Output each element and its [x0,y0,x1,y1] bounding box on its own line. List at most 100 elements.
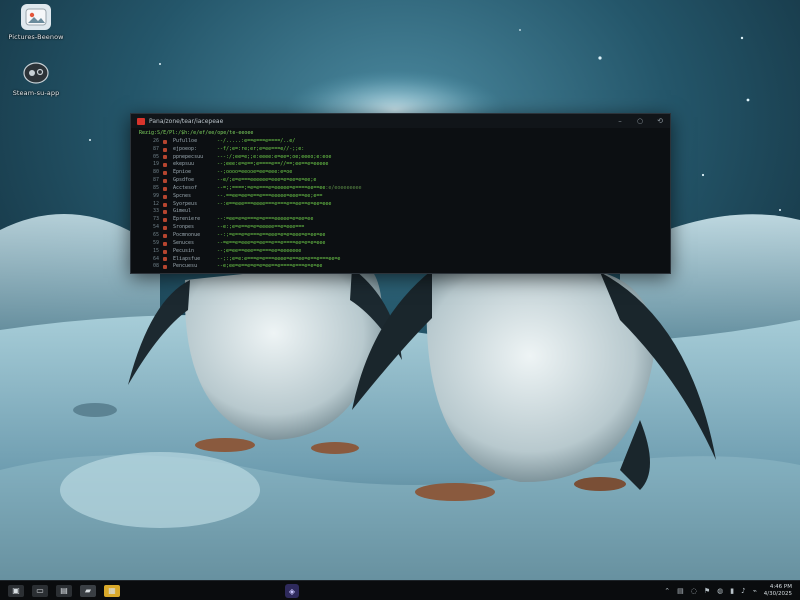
line-marker-icon [163,171,167,176]
terminal-line: 26 Pufulloe --/.....:e==e===e====/..e/ [139,138,662,146]
line-marker-icon [163,249,167,254]
terminal-line: 65 Pocmnonue --:;=e==e=e===e==eee=e=e=eee=… [139,232,662,240]
line-number: 87 [152,145,159,152]
terminal-icon[interactable]: ▤ [56,584,72,597]
line-tail: :e/eoeeeeeee [325,184,362,191]
line-marker-icon [163,257,167,262]
tray-icon[interactable]: ◌ [691,587,697,595]
line-key: ekepsuu [173,161,195,168]
line-output: --;oooo=eeooe=ee=eee:e=oe [217,169,293,176]
terminal-titlebar[interactable]: Pana/zone/tear/iacepeae – ○ ⟲ [131,114,670,128]
line-output: --=e==e=eee=e=ee==e==e====ee=e=e=eee [217,239,326,246]
terminal-line: 87 ejpoeop: --f/;e=:re;er;e=ee===e//-;;e: [139,146,662,154]
line-number: 05 [152,153,159,160]
tray-icons: ⌃ ▤ ◌ ⚑ ◍ ▮ ♪ ⌁ [664,587,757,595]
line-key: Eliapsfue [173,255,201,262]
line-marker-icon [163,178,167,183]
line-output: --;e=ee==eee==e===ee=eeeeeee [217,247,302,254]
tray-icon[interactable]: ⚑ [704,587,710,595]
line-output: --:e==eee===eeee===e===e==ee==e=ee=eee [217,200,332,207]
clock-date: 4/30/2025 [763,590,792,597]
line-output: --:;=e==e=e===e==eee=e=e=eee=e=ee=ee [217,231,326,238]
tray-icon[interactable]: ⌃ [664,587,670,595]
desktop-icon-label: Steam-su-app [12,89,60,97]
terminal-line: 73 Epreniere --:=ee=e=e===e=e===eeeee=e=ee… [139,216,662,224]
system-tray: ⌃ ▤ ◌ ⚑ ◍ ▮ ♪ ⌁ 4:46 PM 4/30/2025 [664,584,800,598]
terminal-line: 19 ekepsuu --;eee:e=e==;e====e==//==;ee==e… [139,161,662,169]
line-marker-icon [163,163,167,168]
tray-icon[interactable]: ♪ [741,587,745,595]
line-output: --e/;e=e===eeeeee=eee=e=ee=e=ee;e [217,177,317,184]
task-view-icon[interactable]: ▭ [32,584,48,597]
line-key: Pocmnonue [173,231,201,238]
line-number: 54 [152,224,159,231]
line-number: 12 [152,200,159,207]
line-output: --e:;e=e==e=e=eeeee==e=eee=== [217,224,305,231]
line-key: Gimeul [173,208,192,215]
line-number: 73 [152,216,159,223]
terminal-line: 99 Spcnes --.==ee=ee=e==e===eeeee=eee==ee;… [139,193,662,201]
line-key: Syorpeus [173,200,198,207]
line-key: Epreniere [173,216,201,223]
terminal-line: 33 Gimeul [139,208,662,216]
line-number: 87 [152,177,159,184]
terminal-output[interactable]: Rezig:S/E/Pl:/$h:/e/ef/ee/ope/te-eeoee 2… [131,128,670,271]
line-marker-icon [163,226,167,231]
tray-icon[interactable]: ⌁ [753,587,757,595]
terminal-app-icon [137,117,145,125]
terminal-rows: 26 Pufulloe --/.....:e==e===e====/..e/87 ej… [139,138,662,271]
line-key: ppnepecsuu [173,153,204,160]
terminal-line: 12 Syorpeus --:e==eee===eeee===e===e==ee==… [139,201,662,209]
tray-icon[interactable]: ▮ [730,587,734,595]
line-output: ---:/;ee=e;;e:eeee:e=ee=;oe;eeeo;e:eoe [217,153,332,160]
restore-icon[interactable]: ○ [636,117,644,125]
notes-icon[interactable]: ▦ [104,584,120,597]
line-marker-icon [163,155,167,160]
line-marker-icon [163,218,167,223]
active-app-icon[interactable]: ◈ [285,584,299,598]
line-output: --;:;e=e:e===e=e===eeee=e==ee=e==e===ee=… [217,255,341,262]
line-key: Acctesof [173,184,198,191]
line-output: --e;ee=e==e=e=e=ee==e====e===e=e=ee [217,263,323,270]
desktop-icon-steam[interactable]: Steam-su-app [6,60,66,97]
line-key: Gpsdfoe [173,177,195,184]
terminal-line: 05 ppnepecsuu ---:/;ee=e;;e:eeee:e=ee=;oe;… [139,154,662,162]
line-marker-icon [163,147,167,152]
start-icon[interactable]: ▣ [8,584,24,597]
tray-icon[interactable]: ▤ [677,587,684,595]
line-marker-icon [163,241,167,246]
clock[interactable]: 4:46 PM 4/30/2025 [764,584,792,598]
line-number: 80 [152,169,159,176]
line-number: 64 [152,255,159,262]
line-number: 99 [152,192,159,199]
desktop-icon-pictures[interactable]: Pictures-Beenow [6,4,66,41]
terminal-line: 85 Acctesof --=;;====;=e=e===e=eeeee=e====… [139,185,662,193]
prompt-text: Rezig:S/E/Pl:/$h:/e/ef/ee/ope/te-eeoee [139,130,254,136]
line-marker-icon [163,186,167,191]
line-marker-icon [163,202,167,207]
line-output: --.==ee=ee=e==e===eeeee=eee==ee;e== [217,192,323,199]
terminal-line: 64 Eliapsfue --;:;e=e:e===e=e===eeee=e==ee… [139,256,662,264]
line-marker-icon [163,194,167,199]
line-number: 26 [152,137,159,144]
terminal-prompt: Rezig:S/E/Pl:/$h:/e/ef/ee/ope/te-eeoee [139,130,662,138]
close-icon[interactable]: ⟲ [656,117,664,125]
line-number: 08 [152,263,159,270]
tray-icon[interactable]: ◍ [717,587,723,595]
line-output: --;eee:e=e==;e====e==//==;ee==e=eeeee [217,161,329,168]
penguin-wallpaper-image [0,0,800,600]
terminal-window[interactable]: Pana/zone/tear/iacepeae – ○ ⟲ Rezig:S/E/… [130,113,671,274]
taskbar: ▣ ▭ ▤ ▰ ▦ ◈ ⌃ ▤ ◌ ⚑ ◍ ▮ ♪ ⌁ 4:46 PM 4/30/2025 [0,580,800,600]
terminal-line: 80 Epnioe --;oooo=eeooe=ee=eee:e=oe [139,169,662,177]
terminal-line: 54 Sronpes --e:;e=e==e=e=eeeee==e=eee=== [139,224,662,232]
minimize-icon[interactable]: – [616,117,624,125]
photos-icon [21,4,51,30]
line-output: --=;;====;=e=e===e=eeeee=e====ee==ee [217,184,326,191]
line-number: 85 [152,184,159,191]
line-key: Sronpes [173,224,195,231]
folder-icon[interactable]: ▰ [80,584,96,597]
clock-time: 4:46 PM [769,583,792,590]
line-key: Pencuesu [173,263,198,270]
line-marker-icon [163,265,167,270]
line-output: --/.....:e==e===e====/..e/ [217,137,296,144]
